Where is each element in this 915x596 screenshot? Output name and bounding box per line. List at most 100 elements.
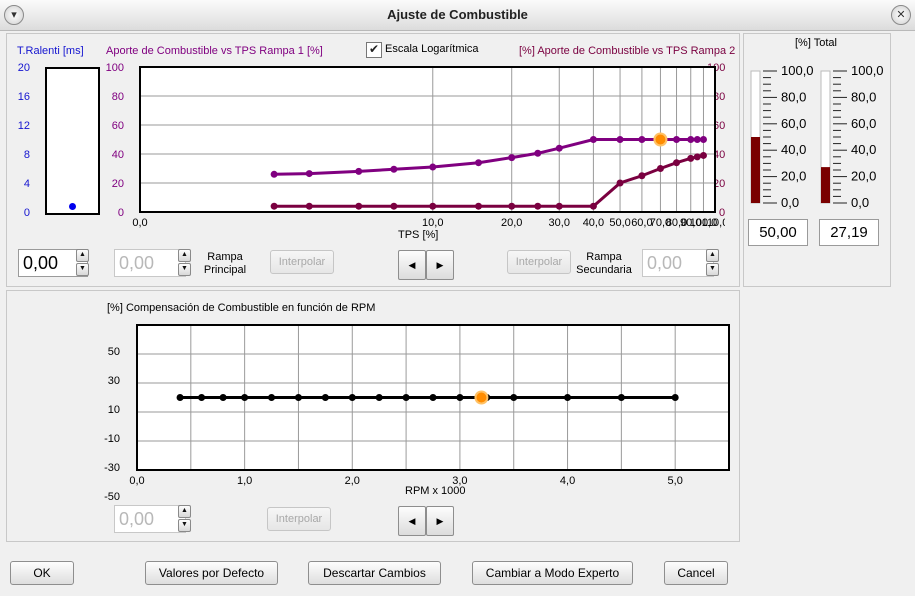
tps-chart[interactable]: 0,0 10,0 20,0 30,0 40,0 50,0 60,070,080,090,01…	[125, 60, 725, 245]
rampa2-point[interactable]	[673, 159, 681, 167]
rampa1-y-tick: 80	[111, 91, 124, 103]
rampa2-point[interactable]	[656, 165, 664, 172]
rpm-point[interactable]	[294, 394, 302, 401]
ralenti-label: T.Ralenti [ms]	[17, 45, 84, 57]
rampa2-point[interactable]	[305, 202, 313, 210]
spin-up-arrow-icon[interactable]: ▲	[178, 249, 191, 262]
rampa1-point[interactable]	[475, 159, 483, 167]
rpm-y-tick: 50	[107, 346, 120, 358]
gauge-label: 100,0	[781, 63, 814, 78]
secundaria-spinbox[interactable]: 0,00	[642, 249, 714, 277]
rampa2-point[interactable]	[429, 202, 437, 210]
tps-x-tick: 20,0	[501, 217, 522, 229]
arrow-left-icon: ◀	[408, 260, 416, 270]
ralenti-tick: 20	[17, 62, 30, 74]
total-title: [%] Total	[795, 37, 837, 49]
secundaria-spin-value: 0,00	[647, 253, 683, 273]
ralenti-plot[interactable]	[45, 67, 100, 215]
ralenti-tick: 16	[17, 91, 30, 103]
rampa2-point[interactable]	[699, 151, 707, 159]
rampa1-point[interactable]	[305, 170, 313, 178]
rampa1-point[interactable]	[555, 144, 563, 152]
rampa-secundaria-line2: Secundaria	[576, 264, 632, 276]
rampa2-point[interactable]	[555, 202, 563, 210]
spin-up-arrow-icon[interactable]: ▲	[706, 249, 719, 262]
rpm-point[interactable]	[219, 394, 227, 401]
rampa2-point[interactable]	[355, 202, 363, 210]
gauge-label: 40,0	[781, 142, 806, 157]
rpm-point[interactable]	[564, 394, 572, 401]
interpolar-secundaria-button[interactable]: Interpolar	[507, 250, 571, 274]
rampa1-point[interactable]	[508, 154, 516, 162]
rampa1-point[interactable]	[429, 163, 437, 171]
tps-prev-button[interactable]: ◀	[398, 250, 426, 280]
rampa1-point[interactable]	[534, 149, 542, 157]
rpm-point[interactable]	[402, 394, 410, 401]
discard-button[interactable]: Descartar Cambios	[308, 561, 441, 585]
rpm-spinbox[interactable]: 0,00	[114, 505, 186, 533]
rampa2-point[interactable]	[508, 202, 516, 210]
principal-spinbox[interactable]: 0,00	[114, 249, 186, 277]
interpolar-principal-button[interactable]: Interpolar	[270, 250, 334, 274]
rpm-point[interactable]	[198, 394, 206, 401]
rampa2-point[interactable]	[693, 153, 701, 161]
rpm-point[interactable]	[176, 394, 184, 401]
rpm-point[interactable]	[241, 394, 249, 401]
ralenti-point[interactable]	[69, 202, 76, 210]
log-scale-checkbox[interactable]: ✔	[366, 42, 382, 58]
rampa1-point[interactable]	[699, 136, 707, 143]
rampa2-point[interactable]	[270, 202, 278, 210]
rampa-principal-line1: Rampa	[207, 251, 243, 263]
rampa2-point[interactable]	[475, 202, 483, 210]
rpm-point[interactable]	[671, 394, 679, 401]
rpm-prev-button[interactable]: ◀	[398, 506, 426, 536]
rampa1-y-tick: 40	[111, 149, 124, 161]
rpm-chart[interactable]: 0,0 1,0 2,0 3,0 4,0 5,0	[125, 318, 735, 488]
spin-down-arrow-icon[interactable]: ▼	[178, 519, 191, 532]
interpolar-rpm-button[interactable]: Interpolar	[267, 507, 331, 531]
rpm-point[interactable]	[456, 394, 464, 401]
rampa1-point[interactable]	[673, 136, 681, 143]
rpm-point[interactable]	[617, 394, 625, 401]
spin-down-arrow-icon[interactable]: ▼	[706, 263, 719, 276]
rampa2-point[interactable]	[534, 202, 542, 210]
rampa2-point[interactable]	[616, 179, 624, 187]
close-button[interactable]: ✕	[891, 5, 911, 25]
rampa1-point[interactable]	[693, 136, 701, 143]
window-title: Ajuste de Combustible	[387, 7, 528, 22]
cancel-button[interactable]: Cancel	[664, 561, 728, 585]
spin-up-arrow-icon[interactable]: ▲	[76, 249, 89, 262]
total-gauges: 100,0 80,0 60,0 40,0 20,0 0,0 100,0 80,0 60,0 40,…	[750, 63, 884, 210]
rampa2-point[interactable]	[589, 202, 597, 210]
rampa1-point[interactable]	[390, 165, 398, 173]
expert-mode-button[interactable]: Cambiar a Modo Experto	[472, 561, 633, 585]
rpm-point[interactable]	[348, 394, 356, 401]
rampa1-point[interactable]	[270, 170, 278, 178]
rampa1-point[interactable]	[638, 136, 646, 143]
defaults-button[interactable]: Valores por Defecto	[145, 561, 278, 585]
rampa-secundaria-label: Rampa Secundaria	[572, 251, 636, 277]
rpm-point[interactable]	[429, 394, 437, 401]
rpm-selected-point[interactable]	[474, 390, 489, 405]
spin-up-arrow-icon[interactable]: ▲	[178, 505, 191, 518]
spin-down-arrow-icon[interactable]: ▼	[178, 263, 191, 276]
spin-down-arrow-icon[interactable]: ▼	[76, 263, 89, 276]
rampa1-point[interactable]	[616, 136, 624, 143]
rpm-point[interactable]	[375, 394, 383, 401]
rampa1-point[interactable]	[355, 167, 363, 175]
rpm-point[interactable]	[510, 394, 518, 401]
rpm-next-button[interactable]: ▶	[426, 506, 454, 536]
tps-x-tick: 50,0	[609, 217, 630, 229]
rampa2-point[interactable]	[638, 172, 646, 180]
rampa1-point[interactable]	[589, 136, 597, 143]
rpm-point[interactable]	[268, 394, 276, 401]
rampa2-point[interactable]	[390, 202, 398, 210]
rampa1-point[interactable]	[687, 136, 695, 143]
ok-button[interactable]: OK	[10, 561, 74, 585]
tps-next-button[interactable]: ▶	[426, 250, 454, 280]
rpm-x-tick: 4,0	[560, 475, 575, 487]
rampa2-point[interactable]	[687, 154, 695, 162]
rpm-point[interactable]	[321, 394, 329, 401]
tps-selected-point[interactable]	[653, 132, 668, 147]
gauge-label: 20,0	[781, 169, 806, 184]
